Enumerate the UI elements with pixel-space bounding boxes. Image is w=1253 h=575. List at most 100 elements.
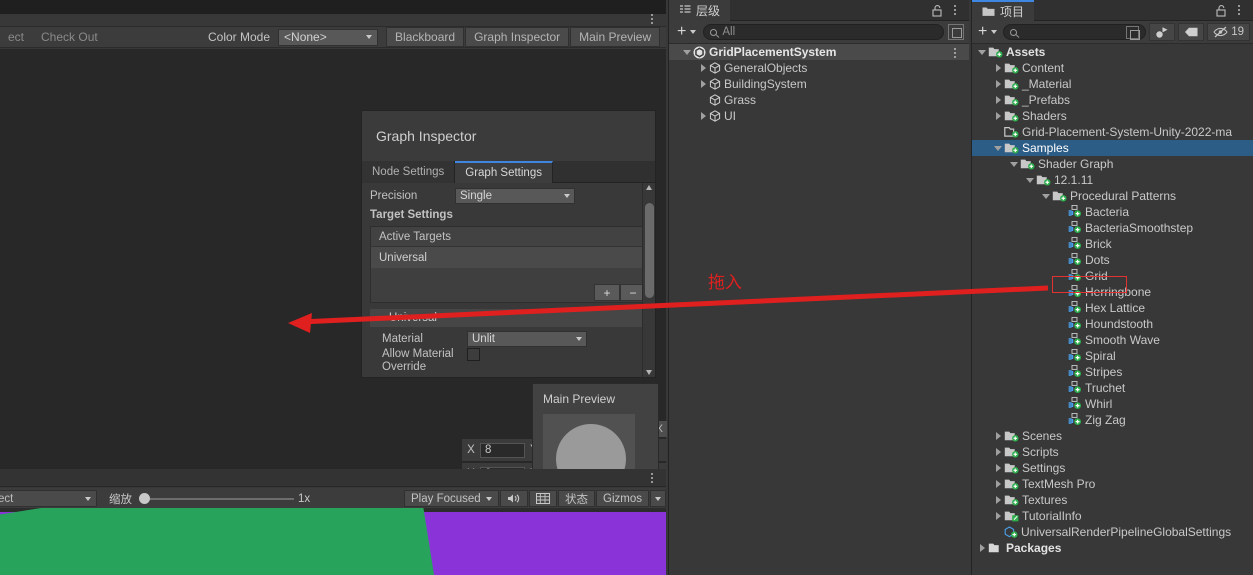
project-search-expand-icon[interactable] [1126,25,1141,40]
hierarchy-item-ui[interactable]: UI [669,108,969,124]
scroll-up-icon[interactable] [646,185,652,190]
precision-dropdown[interactable]: Single [455,187,575,204]
game-view-render[interactable] [0,508,666,575]
hierarchy-item-gridplacementsystem[interactable]: GridPlacementSystem [669,44,969,60]
project-item-textures[interactable]: Textures [972,492,1253,508]
project-item-content[interactable]: Content [972,60,1253,76]
project-item-bacteriasmoothstep[interactable]: BacteriaSmoothstep [972,220,1253,236]
shader-graph-canvas[interactable]: X X 8 Y X 0 Y ) 2 (2 Graph [0,49,667,515]
search-by-label-button[interactable] [1178,23,1205,41]
chevron-right-icon[interactable] [995,96,1001,104]
tree-toggle[interactable] [992,496,1004,504]
hierarchy-search-input[interactable]: All [703,24,944,40]
hierarchy-menu-icon[interactable] [949,5,961,15]
tree-toggle[interactable] [992,80,1004,88]
hierarchy-item-generalobjects[interactable]: GeneralObjects [669,60,969,76]
tree-toggle[interactable] [992,464,1004,472]
chevron-right-icon[interactable] [995,64,1001,72]
project-item-12-1-11[interactable]: 12.1.11 [972,172,1253,188]
tree-toggle[interactable] [697,80,709,88]
main-preview-button[interactable]: Main Preview [570,27,661,47]
chevron-right-icon[interactable] [995,512,1001,520]
stats-grid-button[interactable] [529,490,558,507]
scale-slider[interactable] [139,491,294,507]
graph-inspector-button[interactable]: Graph Inspector [465,27,570,47]
project-item-zig-zag[interactable]: Zig Zag [972,412,1253,428]
tree-toggle[interactable] [1024,177,1036,183]
chevron-right-icon[interactable] [979,544,985,552]
project-item-whirl[interactable]: Whirl [972,396,1253,412]
project-item-textmesh-pro[interactable]: TextMesh Pro [972,476,1253,492]
tree-toggle[interactable] [697,112,709,120]
project-item-tutorialinfo[interactable]: TutorialInfo [972,508,1253,524]
hidden-packages-indicator[interactable]: 19 [1207,23,1250,41]
hierarchy-item-buildingsystem[interactable]: BuildingSystem [669,76,969,92]
tree-toggle[interactable] [992,64,1004,72]
tree-toggle[interactable] [992,145,1004,151]
project-item-herringbone[interactable]: Herringbone [972,284,1253,300]
hierarchy-item-menu-icon[interactable] [949,48,961,58]
project-item-procedural-patterns[interactable]: Procedural Patterns [972,188,1253,204]
chevron-right-icon[interactable] [995,464,1001,472]
chevron-right-icon[interactable] [995,80,1001,88]
active-target-item-universal[interactable]: Universal [371,247,646,268]
chevron-down-icon[interactable] [978,49,986,55]
chevron-right-icon[interactable] [995,432,1001,440]
project-item-assets[interactable]: Assets [972,44,1253,60]
tab-graph-settings[interactable]: Graph Settings [455,161,553,183]
chevron-down-icon[interactable] [1042,193,1050,199]
project-item-packages[interactable]: Packages [972,540,1253,556]
lock-icon[interactable] [931,4,943,20]
chevron-down-icon[interactable] [1026,177,1034,183]
shader-graph-menu-icon[interactable] [646,14,658,24]
check-out-button[interactable]: Check Out [33,27,106,47]
project-item-truchet[interactable]: Truchet [972,380,1253,396]
material-dropdown[interactable]: Unlit [467,330,587,347]
tree-toggle[interactable] [992,448,1004,456]
chevron-right-icon[interactable] [995,112,1001,120]
search-by-type-button[interactable] [1149,23,1176,41]
project-item-hex-lattice[interactable]: Hex Lattice [972,300,1253,316]
project-menu-icon[interactable] [1233,5,1245,15]
blackboard-button[interactable]: Blackboard [386,27,465,47]
project-item--material[interactable]: _Material [972,76,1253,92]
tab-hierarchy[interactable]: 层级 [669,0,731,21]
axis-x-input[interactable]: 8 [480,442,525,458]
tree-toggle[interactable] [976,49,988,55]
tab-project[interactable]: 项目 [972,0,1035,21]
project-item-scenes[interactable]: Scenes [972,428,1253,444]
universal-foldout[interactable]: Universal [370,309,647,327]
chevron-right-icon[interactable] [700,64,706,72]
project-item-scripts[interactable]: Scripts [972,444,1253,460]
project-item-grid[interactable]: Grid [972,268,1253,284]
lock-icon[interactable] [1215,4,1227,20]
allow-material-override-checkbox[interactable] [467,348,480,361]
game-view-menu-icon[interactable] [646,473,658,483]
chevron-down-icon[interactable] [994,145,1002,151]
slider-knob[interactable] [139,493,150,504]
project-item-dots[interactable]: Dots [972,252,1253,268]
project-item-spiral[interactable]: Spiral [972,348,1253,364]
chevron-right-icon[interactable] [700,112,706,120]
project-item-settings[interactable]: Settings [972,460,1253,476]
tree-toggle[interactable] [992,112,1004,120]
project-item-shaders[interactable]: Shaders [972,108,1253,124]
chevron-down-icon[interactable] [1010,161,1018,167]
create-asset-button[interactable]: + [975,24,1000,40]
tree-toggle[interactable] [1008,161,1020,167]
chevron-right-icon[interactable] [995,496,1001,504]
tree-toggle[interactable] [992,480,1004,488]
hierarchy-item-grass[interactable]: Grass [669,92,969,108]
chevron-down-icon[interactable] [683,49,691,55]
project-item--prefabs[interactable]: _Prefabs [972,92,1253,108]
gizmos-button[interactable]: Gizmos [596,490,649,507]
stats-button[interactable]: 状态 [558,490,596,507]
scrollbar-thumb[interactable] [645,203,654,298]
tree-toggle[interactable] [697,64,709,72]
aspect-ratio-dropdown[interactable]: ect [0,490,97,507]
project-item-universalrenderpipelineglobalsettings[interactable]: UniversalRenderPipelineGlobalSettings [972,524,1253,540]
chevron-right-icon[interactable] [700,80,706,88]
add-target-button[interactable]: + [594,284,620,301]
project-item-bacteria[interactable]: Bacteria [972,204,1253,220]
tab-node-settings[interactable]: Node Settings [362,161,456,183]
